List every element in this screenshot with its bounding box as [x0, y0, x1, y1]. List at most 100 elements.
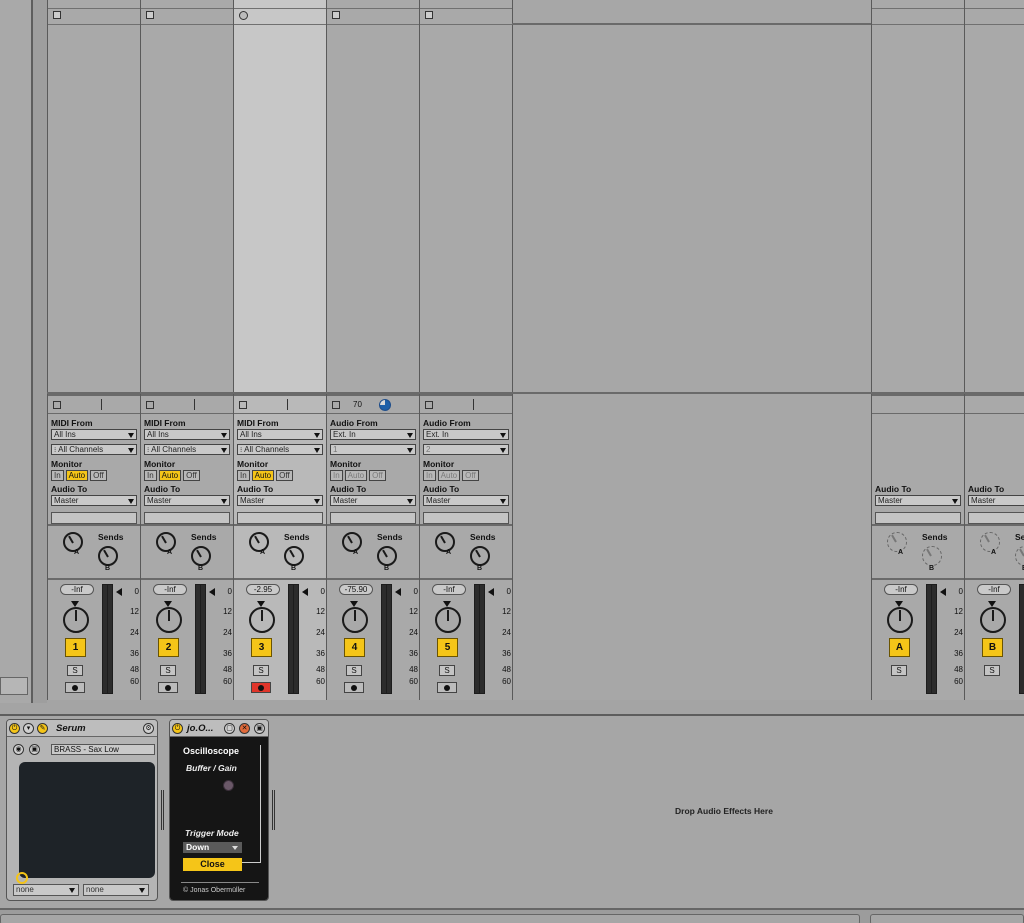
pan-knob[interactable] — [435, 607, 461, 633]
track-activator[interactable]: B — [982, 638, 1003, 657]
arm-button[interactable] — [158, 682, 178, 693]
monitor-auto-button[interactable]: Auto — [251, 470, 275, 481]
input-type-select[interactable]: Ext. In — [423, 429, 509, 440]
output-select[interactable]: Master — [875, 495, 961, 506]
send-b-knob[interactable] — [470, 546, 490, 566]
pan-knob[interactable] — [156, 607, 182, 633]
monitor-auto-button[interactable]: Auto — [437, 470, 461, 481]
send-b-knob[interactable] — [377, 546, 397, 566]
output-sub-select[interactable] — [968, 512, 1024, 524]
left-panel-handle[interactable] — [0, 677, 28, 695]
output-sub-select[interactable] — [875, 512, 961, 524]
volume-field[interactable]: -Inf — [432, 584, 466, 595]
solo-button[interactable]: S — [984, 665, 1000, 676]
output-select[interactable]: Master — [237, 495, 323, 506]
wrench-icon[interactable]: ✎ — [37, 723, 48, 734]
fold-icon[interactable]: ▾ — [23, 723, 34, 734]
stop-all-square[interactable] — [425, 401, 433, 409]
send-a-knob[interactable] — [63, 532, 83, 552]
trigger-mode-select[interactable]: Down — [183, 842, 242, 853]
solo-button[interactable]: S — [891, 665, 907, 676]
stop-all-square[interactable] — [332, 401, 340, 409]
pan-knob[interactable] — [63, 607, 89, 633]
monitor-in-button[interactable]: In — [330, 470, 343, 481]
track-activator[interactable]: 3 — [251, 638, 272, 657]
arm-button[interactable] — [437, 682, 457, 693]
send-b-knob[interactable] — [1015, 546, 1024, 566]
monitor-in-button[interactable]: In — [237, 470, 250, 481]
send-b-knob[interactable] — [922, 546, 942, 566]
monitor-in-button[interactable]: In — [423, 470, 436, 481]
output-sub-select[interactable] — [423, 512, 509, 524]
solo-button[interactable]: S — [67, 665, 83, 676]
buffer-led[interactable] — [223, 780, 234, 791]
send-b-knob[interactable] — [191, 546, 211, 566]
clip-slot-stop-button[interactable] — [53, 11, 61, 19]
pan-knob[interactable] — [887, 607, 913, 633]
device-grip[interactable] — [161, 790, 164, 830]
output-sub-select[interactable] — [51, 512, 137, 524]
chooser-2[interactable]: none — [83, 884, 149, 896]
clip-slot-stop-button[interactable] — [239, 11, 248, 20]
monitor-off-button[interactable]: Off — [90, 470, 107, 481]
settings-icon[interactable]: ⚙ — [143, 723, 154, 734]
drop-zone[interactable]: Drop Audio Effects Here — [675, 806, 773, 816]
monitor-off-button[interactable]: Off — [462, 470, 479, 481]
send-a-knob[interactable] — [342, 532, 362, 552]
input-channel-select[interactable]: 1 — [330, 444, 416, 455]
send-a-knob[interactable] — [435, 532, 455, 552]
solo-button[interactable]: S — [160, 665, 176, 676]
arm-button[interactable] — [65, 682, 85, 693]
output-select[interactable]: Master — [330, 495, 416, 506]
xy-pad-handle[interactable] — [16, 872, 28, 884]
monitor-in-button[interactable]: In — [144, 470, 157, 481]
pan-knob[interactable] — [980, 607, 1006, 633]
stop-all-square[interactable] — [53, 401, 61, 409]
track-activator[interactable]: 2 — [158, 638, 179, 657]
output-select[interactable]: Master — [423, 495, 509, 506]
monitor-off-button[interactable]: Off — [183, 470, 200, 481]
edit-icon[interactable]: ▢ — [224, 723, 235, 734]
pan-knob[interactable] — [342, 607, 368, 633]
input-type-select[interactable]: Ext. In — [330, 429, 416, 440]
clip-slot-stop-button[interactable] — [146, 11, 154, 19]
send-b-knob[interactable] — [98, 546, 118, 566]
solo-button[interactable]: S — [253, 665, 269, 676]
volume-field[interactable]: -2.95 — [246, 584, 280, 595]
volume-field[interactable]: -Inf — [60, 584, 94, 595]
track-activator[interactable]: A — [889, 638, 910, 657]
xy-pad[interactable] — [16, 762, 155, 884]
arm-button[interactable] — [251, 682, 271, 693]
monitor-off-button[interactable]: Off — [276, 470, 293, 481]
device-grip[interactable] — [272, 790, 275, 830]
track-activator[interactable]: 5 — [437, 638, 458, 657]
volume-field[interactable]: -75.90 — [339, 584, 373, 595]
input-type-select[interactable]: All Ins — [51, 429, 137, 440]
input-type-select[interactable]: All Ins — [237, 429, 323, 440]
unfold-icon[interactable]: ◉ — [13, 744, 24, 755]
monitor-off-button[interactable]: Off — [369, 470, 386, 481]
volume-field[interactable]: -Inf — [884, 584, 918, 595]
input-channel-select[interactable]: ⁝ All Channels — [144, 444, 230, 455]
output-select[interactable]: Master — [968, 495, 1024, 506]
input-channel-select[interactable]: ⁝ All Channels — [237, 444, 323, 455]
input-type-select[interactable]: All Ins — [144, 429, 230, 440]
save-preset-icon[interactable]: ▣ — [29, 744, 40, 755]
volume-field[interactable]: -Inf — [153, 584, 187, 595]
output-select[interactable]: Master — [51, 495, 137, 506]
stop-all-square[interactable] — [239, 401, 247, 409]
power-icon[interactable]: ⏻ — [9, 723, 20, 734]
solo-button[interactable]: S — [439, 665, 455, 676]
clip-slot-stop-button[interactable] — [425, 11, 433, 19]
stop-all-square[interactable] — [146, 401, 154, 409]
output-sub-select[interactable] — [144, 512, 230, 524]
output-sub-select[interactable] — [237, 512, 323, 524]
send-b-knob[interactable] — [284, 546, 304, 566]
input-channel-select[interactable]: ⁝ All Channels — [51, 444, 137, 455]
output-select[interactable]: Master — [144, 495, 230, 506]
monitor-auto-button[interactable]: Auto — [158, 470, 182, 481]
send-a-knob[interactable] — [887, 532, 907, 552]
preset-name[interactable]: BRASS - Sax Low — [51, 744, 155, 755]
solo-button[interactable]: S — [346, 665, 362, 676]
chooser-1[interactable]: none — [13, 884, 79, 896]
